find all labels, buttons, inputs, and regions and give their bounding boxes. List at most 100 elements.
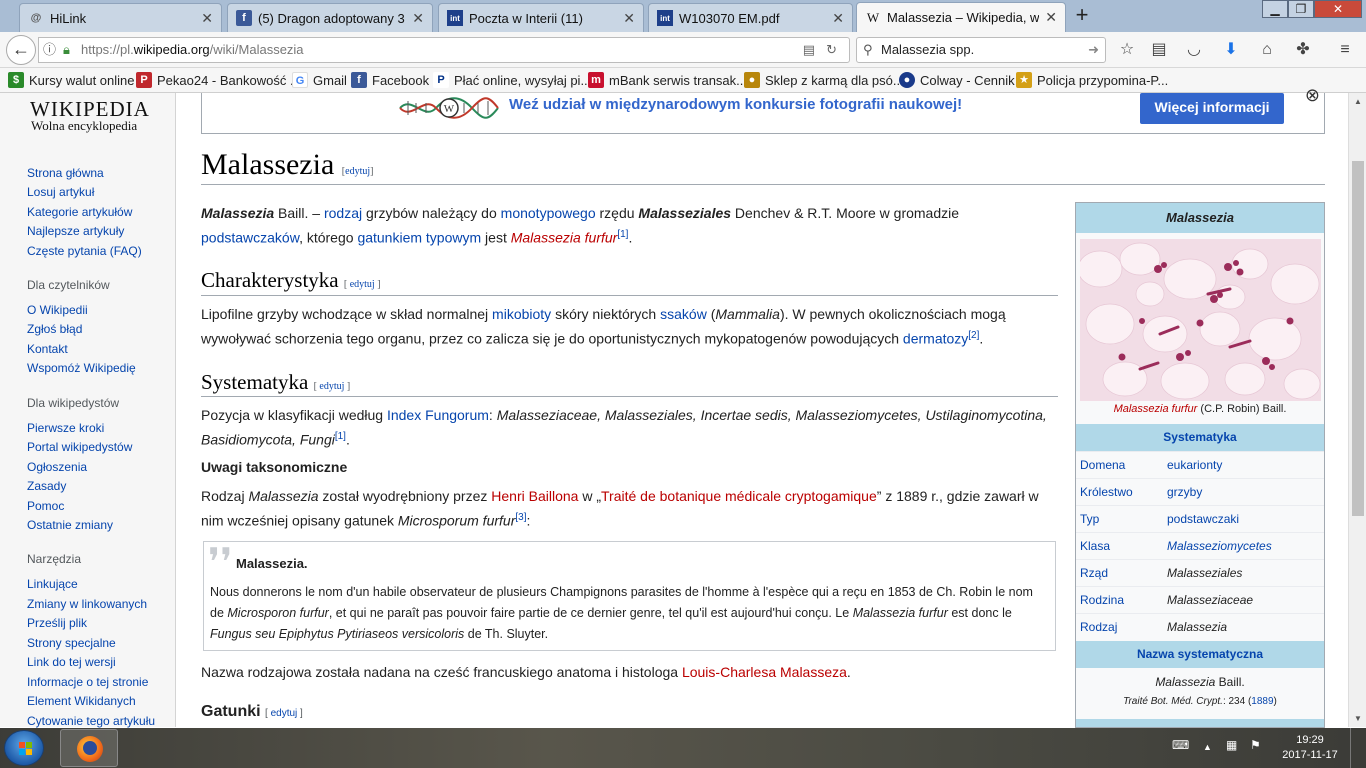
bookmark-item[interactable]: f Facebook bbox=[351, 72, 429, 88]
link-gatunek-typowy[interactable]: gatunkiem typowym bbox=[357, 230, 481, 246]
taxobox-rank[interactable]: Rodzina bbox=[1080, 593, 1124, 607]
scroll-down-icon[interactable]: ▼ bbox=[1354, 714, 1362, 723]
link-year[interactable]: 1889 bbox=[1251, 696, 1273, 707]
taxobox-value[interactable]: podstawczaki bbox=[1167, 512, 1239, 526]
redlink-malassez[interactable]: Louis-Charlesa Malasseza bbox=[682, 664, 847, 680]
bookmark-item[interactable]: $ Kursy walut online bbox=[8, 72, 135, 88]
more-info-button[interactable]: Więcej informacji bbox=[1140, 93, 1284, 124]
tab-wikipedia[interactable]: W Malassezia – Wikipedia, woln ✕ bbox=[856, 2, 1066, 32]
tab-facebook[interactable]: f (5) Dragon adoptowany 3 lat ✕ bbox=[227, 3, 433, 32]
sidebar-link-recent-changes[interactable]: Ostatnie zmiany bbox=[27, 518, 113, 532]
close-window-button[interactable]: ✕ bbox=[1314, 0, 1362, 18]
link-podstawczakow[interactable]: podstawczaków bbox=[201, 230, 299, 246]
sidebar-link-categories[interactable]: Kategorie artykułów bbox=[27, 205, 132, 219]
action-center-icon[interactable]: ⚑ bbox=[1250, 738, 1261, 752]
link-mikobioty[interactable]: mikobioty bbox=[492, 306, 551, 322]
micrograph-image[interactable] bbox=[1080, 239, 1321, 401]
taxobox-rank[interactable]: Klasa bbox=[1080, 539, 1110, 553]
close-icon[interactable]: ✕ bbox=[832, 10, 844, 27]
sidebar-link-donate[interactable]: Wspomóż Wikipedię bbox=[27, 361, 136, 375]
home-icon[interactable]: ⌂ bbox=[1256, 40, 1278, 62]
sidebar-link-wikidata[interactable]: Element Wikidanych bbox=[27, 694, 136, 708]
link-dermatozy[interactable]: dermatozy bbox=[903, 331, 968, 347]
link-ssakow[interactable]: ssaków bbox=[660, 306, 707, 322]
library-icon[interactable]: ▤ bbox=[1148, 40, 1170, 62]
link-index-fungorum[interactable]: Index Fungorum bbox=[387, 407, 489, 423]
close-icon[interactable]: ✕ bbox=[1045, 9, 1057, 26]
tray-expand-icon[interactable]: ▲ bbox=[1203, 742, 1212, 752]
taxobox-rank[interactable]: Typ bbox=[1080, 512, 1099, 526]
close-icon[interactable]: ✕ bbox=[623, 10, 635, 27]
reference-link[interactable]: [1] bbox=[617, 229, 628, 240]
bookmark-item[interactable]: m mBank serwis transak... bbox=[588, 72, 747, 88]
menu-icon[interactable]: ≡ bbox=[1334, 40, 1356, 62]
sidebar-link-announcements[interactable]: Ogłoszenia bbox=[27, 460, 87, 474]
link-monotypowego[interactable]: monotypowego bbox=[501, 205, 596, 221]
bookmark-item[interactable]: ● Sklep z karmą dla psó... bbox=[744, 72, 904, 88]
taxobox-value[interactable]: grzyby bbox=[1167, 485, 1202, 499]
sidebar-link-permalink[interactable]: Link do tej wersji bbox=[27, 655, 116, 669]
reader-view-icon[interactable]: ▤ bbox=[803, 38, 815, 62]
scroll-up-icon[interactable]: ▲ bbox=[1354, 97, 1362, 106]
sidebar-link-about[interactable]: O Wikipedii bbox=[27, 303, 88, 317]
link-rodzaj[interactable]: rodzaj bbox=[324, 205, 362, 221]
edit-link-text[interactable]: edytuj bbox=[319, 381, 344, 392]
sidebar-link-random[interactable]: Losuj artykuł bbox=[27, 185, 94, 199]
edit-link-text[interactable]: edytuj bbox=[350, 279, 375, 290]
scrollbar-thumb[interactable] bbox=[1352, 161, 1364, 516]
extension-icon[interactable]: ✤ bbox=[1292, 40, 1314, 62]
sidebar-link-contact[interactable]: Kontakt bbox=[27, 342, 68, 356]
taxobox-value[interactable]: eukarionty bbox=[1167, 458, 1222, 472]
keyboard-icon[interactable]: ⌨ bbox=[1172, 738, 1189, 752]
download-icon[interactable]: ⬇ bbox=[1220, 40, 1242, 62]
redlink-henri-baillon[interactable]: Henri Baillona bbox=[491, 488, 578, 504]
taskbar-firefox-button[interactable] bbox=[60, 729, 118, 767]
sidebar-link-best[interactable]: Najlepsze artykuły bbox=[27, 224, 124, 238]
sidebar-link-page-info[interactable]: Informacje o tej stronie bbox=[27, 675, 148, 689]
sidebar-link-cite[interactable]: Cytowanie tego artykułu bbox=[27, 714, 155, 728]
minimize-button[interactable]: ▁ bbox=[1262, 0, 1288, 18]
taxobox-rank[interactable]: Domena bbox=[1080, 458, 1125, 472]
taxobox-heading-typ[interactable]: Typ nomenklatoryczny bbox=[1076, 719, 1324, 727]
pocket-icon[interactable]: ◡ bbox=[1183, 40, 1205, 62]
sidebar-link-rules[interactable]: Zasady bbox=[27, 479, 66, 493]
tab-pdf[interactable]: int W103070 EM.pdf ✕ bbox=[648, 3, 853, 32]
back-button[interactable]: ← bbox=[6, 35, 36, 65]
sidebar-link-portal[interactable]: Portal wikipedystów bbox=[27, 440, 132, 454]
sidebar-link-whatlinkshere[interactable]: Linkujące bbox=[27, 577, 78, 591]
bookmark-item[interactable]: ● Colway - Cennik bbox=[899, 72, 1015, 88]
start-button[interactable] bbox=[4, 730, 44, 766]
reference-link[interactable]: [2] bbox=[968, 330, 979, 341]
sidebar-link-upload[interactable]: Prześlij plik bbox=[27, 616, 87, 630]
taxobox-rank[interactable]: Rodzaj bbox=[1080, 620, 1117, 634]
bookmark-item[interactable]: G Gmail bbox=[292, 72, 347, 88]
sidebar-link-faq[interactable]: Częste pytania (FAQ) bbox=[27, 244, 142, 258]
reload-icon[interactable]: ↻ bbox=[826, 38, 837, 62]
arrow-right-icon[interactable]: ➜ bbox=[1088, 38, 1099, 62]
sidebar-link-main[interactable]: Strona główna bbox=[27, 166, 104, 180]
info-icon[interactable]: ⓘ bbox=[43, 38, 56, 62]
network-icon[interactable]: ▦ bbox=[1226, 738, 1237, 752]
edit-link-text[interactable]: edytuj bbox=[345, 166, 370, 177]
bookmark-item[interactable]: P Płać online, wysyłaj pi... bbox=[433, 72, 591, 88]
reference-link[interactable]: [3] bbox=[515, 512, 526, 523]
bookmark-item[interactable]: ★ Policja przypomina-P... bbox=[1016, 72, 1168, 88]
sidebar-link-special[interactable]: Strony specjalne bbox=[27, 636, 116, 650]
bookmark-item[interactable]: P Pekao24 - Bankowość ... bbox=[136, 72, 301, 88]
tab-interia-mail[interactable]: int Poczta w Interii (11) ✕ bbox=[438, 3, 644, 32]
banner-text[interactable]: Weź udział w międzynarodowym konkursie f… bbox=[509, 96, 962, 113]
show-desktop-button[interactable] bbox=[1350, 728, 1366, 768]
taxobox-rank[interactable]: Rząd bbox=[1080, 566, 1108, 580]
taxobox-heading-systematyka[interactable]: Systematyka bbox=[1076, 424, 1324, 451]
maximize-button[interactable]: ❐ bbox=[1288, 0, 1314, 18]
taxobox-heading-nazwa[interactable]: Nazwa systematyczna bbox=[1076, 641, 1324, 668]
system-clock[interactable]: 19:29 2017-11-17 bbox=[1280, 733, 1340, 763]
url-bar[interactable]: ⓘ 🔒︎ https://pl.wikipedia.org/wiki/Malas… bbox=[38, 37, 850, 63]
vertical-scrollbar[interactable]: ▲ ▼ bbox=[1348, 93, 1366, 727]
close-icon[interactable]: ✕ bbox=[201, 10, 213, 27]
sidebar-link-first-steps[interactable]: Pierwsze kroki bbox=[27, 421, 104, 435]
tab-hilink[interactable]: @ HiLink ✕ bbox=[19, 3, 222, 32]
sidebar-link-report[interactable]: Zgłoś błąd bbox=[27, 322, 82, 336]
wiki-logo-subtitle[interactable]: Wolna encyklopedia bbox=[31, 118, 137, 134]
sidebar-link-related-changes[interactable]: Zmiany w linkowanych bbox=[27, 597, 147, 611]
